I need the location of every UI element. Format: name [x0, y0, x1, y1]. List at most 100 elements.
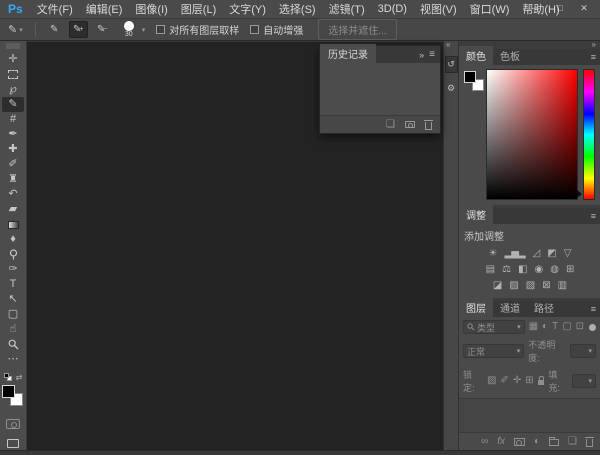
tab-adjustments[interactable]: 调整	[459, 205, 493, 224]
lasso-tool[interactable]: ℘	[2, 82, 24, 97]
tool-preset-picker[interactable]: ✎ ▾	[5, 22, 26, 37]
hue-slider-marker[interactable]	[577, 190, 582, 198]
add-layer-mask-button[interactable]	[514, 438, 525, 446]
collapse-panel-icon[interactable]: »	[419, 50, 424, 60]
eraser-tool[interactable]: ▰	[2, 202, 24, 217]
photo-filter-icon[interactable]: ◉	[535, 264, 543, 275]
hand-tool[interactable]: ☝	[2, 322, 24, 337]
gradient-map-icon[interactable]: ▥	[558, 280, 566, 291]
saturation-brightness-field[interactable]	[486, 69, 578, 200]
levels-icon[interactable]: ▂▅▂	[505, 248, 525, 259]
menu-filter[interactable]: 滤镜(T)	[329, 1, 365, 17]
sample-all-layers-checkbox[interactable]: 对所有图层取样	[156, 22, 239, 37]
select-and-mask-button[interactable]: 选择并遮住...	[318, 19, 396, 40]
posterize-icon[interactable]: ▨	[509, 280, 517, 291]
close-button[interactable]: ✕	[572, 1, 596, 16]
tab-paths[interactable]: 路径	[527, 298, 561, 317]
hue-slider[interactable]	[583, 69, 595, 200]
gradient-tool[interactable]	[2, 217, 24, 232]
hue-saturation-icon[interactable]: ▤	[486, 264, 494, 275]
layer-filter-kind-dropdown[interactable]: 类型 ▾	[463, 320, 525, 334]
fill-dropdown[interactable]: ▾	[572, 374, 596, 388]
curves-icon[interactable]: ◿	[533, 248, 540, 259]
filter-pixel-layers-icon[interactable]: ▦	[529, 322, 538, 332]
new-selection-button[interactable]: ✎	[45, 21, 64, 38]
channel-mixer-icon[interactable]: ◍	[550, 264, 558, 275]
color-balance-icon[interactable]: ⚖	[502, 264, 510, 275]
history-brush-tool[interactable]: ↶	[2, 187, 24, 202]
maximize-button[interactable]: □	[548, 1, 572, 16]
menu-edit[interactable]: 编辑(E)	[86, 1, 123, 17]
menu-3d[interactable]: 3D(D)	[378, 3, 407, 15]
black-white-icon[interactable]: ◧	[518, 264, 526, 275]
quick-mask-button[interactable]	[6, 419, 20, 429]
brightness-contrast-icon[interactable]: ☀	[489, 248, 497, 259]
panel-menu-icon[interactable]: ≡	[591, 211, 600, 224]
foreground-color-swatch[interactable]	[2, 385, 15, 398]
menu-view[interactable]: 视图(V)	[420, 1, 457, 17]
add-to-selection-button[interactable]: ✎+	[69, 21, 88, 38]
menu-type[interactable]: 文字(Y)	[229, 1, 266, 17]
filter-type-layers-icon[interactable]: T	[552, 322, 558, 332]
menu-image[interactable]: 图像(I)	[135, 1, 167, 17]
lock-position-icon[interactable]: ✛	[513, 376, 521, 386]
exposure-icon[interactable]: ◩	[547, 248, 555, 259]
toolbar-grip[interactable]	[6, 43, 20, 49]
menu-file[interactable]: 文件(F)	[37, 1, 73, 17]
new-snapshot-button[interactable]	[405, 121, 415, 128]
history-dock-button[interactable]: ↺	[445, 56, 458, 73]
expand-dock-icon[interactable]: «	[444, 41, 450, 49]
eyedropper-tool[interactable]: ✒	[2, 127, 24, 142]
brush-tool[interactable]: ✐	[2, 157, 24, 172]
lock-all-icon[interactable]	[538, 380, 545, 385]
brush-size-picker[interactable]: 30	[121, 21, 137, 38]
layer-filter-toggle[interactable]	[589, 324, 596, 331]
foreground-color-swatch[interactable]	[464, 71, 476, 83]
marquee-tool[interactable]	[2, 67, 24, 82]
filter-smart-objects-icon[interactable]: ⊡	[576, 322, 584, 332]
tab-color[interactable]: 颜色	[459, 46, 493, 65]
new-group-button[interactable]	[549, 439, 559, 446]
tab-swatches[interactable]: 色板	[493, 46, 527, 65]
new-layer-button[interactable]: ❏	[568, 436, 577, 447]
auto-enhance-checkbox[interactable]: 自动增强	[250, 22, 303, 37]
blur-tool[interactable]: ♦	[2, 232, 24, 247]
spot-healing-tool[interactable]: ✚	[2, 142, 24, 157]
filter-shape-layers-icon[interactable]: ▢	[562, 322, 571, 332]
blend-mode-dropdown[interactable]: 正常 ▾	[463, 344, 524, 358]
default-colors-button[interactable]	[4, 373, 13, 382]
lock-artboard-icon[interactable]: ⊞	[525, 376, 533, 386]
lock-transparent-pixels-icon[interactable]: ▨	[487, 376, 496, 386]
subtract-from-selection-button[interactable]: ✎−	[93, 21, 112, 38]
panel-menu-icon[interactable]: ≡	[591, 52, 600, 65]
tab-history[interactable]: 历史记录	[320, 44, 376, 63]
path-selection-tool[interactable]: ↖	[2, 292, 24, 307]
invert-icon[interactable]: ◪	[493, 280, 501, 291]
properties-dock-button[interactable]: ⚙	[445, 80, 458, 97]
tab-layers[interactable]: 图层	[459, 298, 493, 317]
panel-menu-icon[interactable]: ≡	[429, 49, 435, 60]
selective-color-icon[interactable]: ⊠	[542, 280, 549, 291]
lock-image-pixels-icon[interactable]: ✐	[500, 376, 508, 386]
vibrance-icon[interactable]: ▽	[564, 248, 571, 259]
delete-layer-button[interactable]	[586, 439, 593, 447]
menu-layer[interactable]: 图层(L)	[181, 1, 216, 17]
color-lookup-icon[interactable]: ⊞	[566, 264, 573, 275]
clone-stamp-tool[interactable]: ♜	[2, 172, 24, 187]
minimize-button[interactable]: —	[524, 1, 548, 16]
new-adjustment-layer-button[interactable]: ◐	[534, 436, 540, 447]
color-cursor[interactable]	[489, 191, 495, 197]
move-tool[interactable]: ✛	[2, 52, 24, 67]
quick-selection-tool[interactable]: ✎	[2, 97, 24, 112]
dodge-tool[interactable]	[2, 247, 24, 262]
zoom-tool[interactable]	[2, 337, 24, 352]
delete-state-button[interactable]	[425, 122, 432, 130]
type-tool[interactable]: T	[2, 277, 24, 292]
screen-mode-button[interactable]	[7, 439, 19, 448]
tab-channels[interactable]: 通道	[493, 298, 527, 317]
swap-colors-button[interactable]: ⇄	[16, 373, 23, 382]
layer-style-button[interactable]: fx	[497, 436, 505, 447]
filter-adjustment-layers-icon[interactable]: ◐	[542, 322, 548, 332]
menu-window[interactable]: 窗口(W)	[470, 1, 510, 17]
link-layers-button[interactable]: ∞	[481, 436, 488, 447]
